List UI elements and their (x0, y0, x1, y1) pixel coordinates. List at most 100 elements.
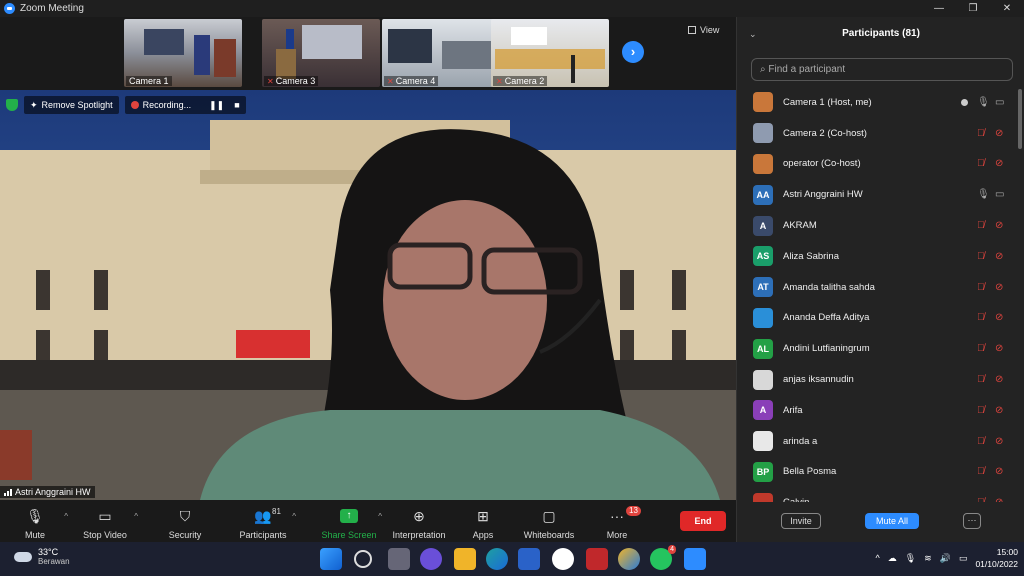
video-off-icon[interactable]: ⊘ (995, 128, 1003, 139)
mic-muted-icon[interactable]: 🎙̸ (977, 312, 985, 323)
interpretation-button[interactable]: ⊕ Interpretation (384, 506, 454, 541)
participant-row[interactable]: arinda a 🎙̸ ⊘ (737, 426, 1017, 457)
mic-muted-icon[interactable]: 🎙̸ (977, 466, 985, 477)
stop-video-button[interactable]: ▭ ^ Stop Video (70, 506, 140, 541)
participant-row[interactable]: Camera 1 (Host, me) 🎙 ▭ (737, 87, 1017, 118)
video-thumbnail[interactable]: ✕ Camera 3 (262, 19, 380, 87)
chevron-up-icon[interactable]: ^ (134, 512, 138, 521)
video-off-icon[interactable]: ⊘ (995, 405, 1003, 416)
participant-row[interactable]: AS Aliza Sabrina 🎙̸ ⊘ (737, 241, 1017, 272)
app-icon[interactable] (618, 548, 640, 570)
remove-spotlight-button[interactable]: ✦ Remove Spotlight (24, 96, 119, 114)
mic-muted-icon[interactable]: 🎙̸ (977, 374, 985, 385)
invite-button[interactable]: Invite (781, 513, 821, 529)
video-camera-icon[interactable]: ▭ (995, 97, 1004, 108)
notification-badge: 4 (668, 545, 676, 554)
chevron-down-icon[interactable]: ⌄ (749, 17, 757, 51)
mic-muted-icon[interactable]: 🎙̸ (977, 128, 985, 139)
participant-row[interactable]: Camera 2 (Co-host) 🎙̸ ⊘ (737, 118, 1017, 149)
chevron-up-icon[interactable]: ^ (378, 512, 382, 521)
video-off-icon[interactable]: ⊘ (995, 312, 1003, 323)
start-button[interactable] (320, 548, 342, 570)
mic-muted-icon[interactable]: 🎙̸ (977, 436, 985, 447)
file-explorer-icon[interactable] (454, 548, 476, 570)
volume-icon[interactable]: 🔊 (940, 553, 951, 564)
mic-muted-icon[interactable]: 🎙̸ (977, 405, 985, 416)
more-button[interactable]: ··· 13 More (582, 506, 652, 540)
video-off-icon[interactable]: ⊘ (995, 436, 1003, 447)
microphone-icon[interactable]: 🎙 (905, 553, 916, 564)
mute-all-button[interactable]: Mute All (865, 513, 919, 529)
mic-muted-icon[interactable]: 🎙̸ (977, 251, 985, 262)
participants-button[interactable]: 👥 81 ^ Participants (228, 506, 298, 540)
video-thumbnail[interactable]: Camera 1 (124, 19, 242, 87)
participant-row[interactable]: anjas iksannudin 🎙̸ ⊘ (737, 364, 1017, 395)
video-off-icon[interactable]: ⊘ (995, 466, 1003, 477)
microphone-icon[interactable]: 🎙 (977, 97, 990, 108)
system-tray: ^ ☁ 🎙 ≋ 🔊 ▭ 15:00 01/10/2022 (876, 546, 1019, 570)
onedrive-icon[interactable]: ☁ (888, 553, 897, 564)
video-off-icon[interactable]: ⊘ (995, 497, 1003, 502)
participant-row[interactable]: Ananda Deffa Aditya 🎙̸ ⊘ (737, 303, 1017, 334)
close-button[interactable]: ✕ (990, 0, 1024, 17)
whatsapp-icon[interactable]: 4 (650, 545, 676, 570)
pause-recording-button[interactable]: ❚❚ (209, 100, 224, 111)
wifi-icon[interactable]: ≋ (924, 553, 932, 564)
shield-icon (6, 99, 18, 111)
participant-name: Ananda Deffa Aditya (783, 312, 870, 324)
view-button[interactable]: View (688, 25, 719, 35)
mic-muted-icon[interactable]: 🎙̸ (977, 158, 985, 169)
participant-row[interactable]: AL Andini Lutfianingrum 🎙̸ ⊘ (737, 333, 1017, 364)
chevron-up-icon[interactable]: ^ (876, 553, 880, 563)
mic-muted-icon[interactable]: 🎙̸ (977, 282, 985, 293)
video-thumbnail[interactable]: ✕ Camera 2 (491, 19, 609, 87)
participants-panel: ⌄ Participants (81) ⌕ Find a participant… (736, 17, 1024, 542)
participant-row[interactable]: operator (Co-host) 🎙̸ ⊘ (737, 149, 1017, 180)
task-view-icon[interactable] (388, 548, 410, 570)
maximize-button[interactable]: ❐ (956, 0, 990, 17)
mcafee-icon[interactable] (586, 548, 608, 570)
video-off-icon[interactable]: ⊘ (995, 282, 1003, 293)
video-off-icon[interactable]: ⊘ (995, 158, 1003, 169)
avatar: A (753, 400, 773, 421)
apps-button[interactable]: ⊞ Apps (448, 506, 518, 541)
participant-row[interactable]: AT Amanda talitha sahda 🎙̸ ⊘ (737, 272, 1017, 303)
next-page-button[interactable]: › (622, 41, 644, 63)
mic-muted-icon[interactable]: 🎙̸ (977, 343, 985, 354)
participant-row[interactable]: A AKRAM 🎙̸ ⊘ (737, 210, 1017, 241)
chevron-up-icon[interactable]: ^ (64, 512, 68, 521)
search-icon[interactable] (354, 550, 372, 568)
minimize-button[interactable]: — (922, 0, 956, 17)
scrollbar[interactable] (1018, 89, 1022, 149)
end-meeting-button[interactable]: End (680, 511, 726, 531)
more-options-button[interactable]: ··· (963, 513, 981, 529)
video-off-icon[interactable]: ⊘ (995, 374, 1003, 385)
video-camera-icon[interactable]: ▭ (995, 189, 1004, 200)
video-off-icon[interactable]: ⊘ (995, 343, 1003, 354)
video-off-icon[interactable]: ⊘ (995, 251, 1003, 262)
edge-browser-icon[interactable] (486, 548, 508, 570)
store-icon[interactable] (518, 548, 540, 570)
clock[interactable]: 15:00 01/10/2022 (975, 546, 1018, 570)
microphone-icon[interactable]: 🎙 (977, 189, 990, 200)
video-off-icon[interactable]: ⊘ (995, 220, 1003, 231)
chevron-up-icon[interactable]: ^ (292, 512, 296, 521)
zoom-app-icon[interactable] (684, 548, 706, 570)
participant-row[interactable]: AA Astri Anggraini HW 🎙 ▭ (737, 179, 1017, 210)
share-screen-button[interactable]: ↑ ^ Share Screen (314, 506, 384, 540)
security-button[interactable]: ⛉ Security (150, 506, 220, 541)
mic-muted-icon[interactable]: 🎙̸ (977, 220, 985, 231)
video-thumbnail[interactable]: ✕ Camera 4 (382, 19, 500, 87)
participant-row[interactable]: BP Bella Posma 🎙̸ ⊘ (737, 457, 1017, 488)
stop-recording-button[interactable]: ■ (234, 100, 239, 110)
obs-icon[interactable] (552, 548, 574, 570)
participant-row[interactable]: A Arifa 🎙̸ ⊘ (737, 395, 1017, 426)
battery-icon[interactable]: ▭ (959, 553, 968, 564)
participant-search-input[interactable]: ⌕ Find a participant (751, 58, 1013, 81)
mute-button[interactable]: 🎙 ^ Mute (0, 506, 70, 541)
mic-muted-icon[interactable]: 🎙̸ (977, 497, 985, 502)
teams-chat-icon[interactable] (420, 548, 442, 570)
participant-row[interactable]: Calvin 🎙̸ ⊘ (737, 487, 1017, 502)
whiteboards-button[interactable]: ▢ Whiteboards (514, 506, 584, 541)
weather-widget[interactable]: 33°C Berawan (14, 547, 70, 566)
